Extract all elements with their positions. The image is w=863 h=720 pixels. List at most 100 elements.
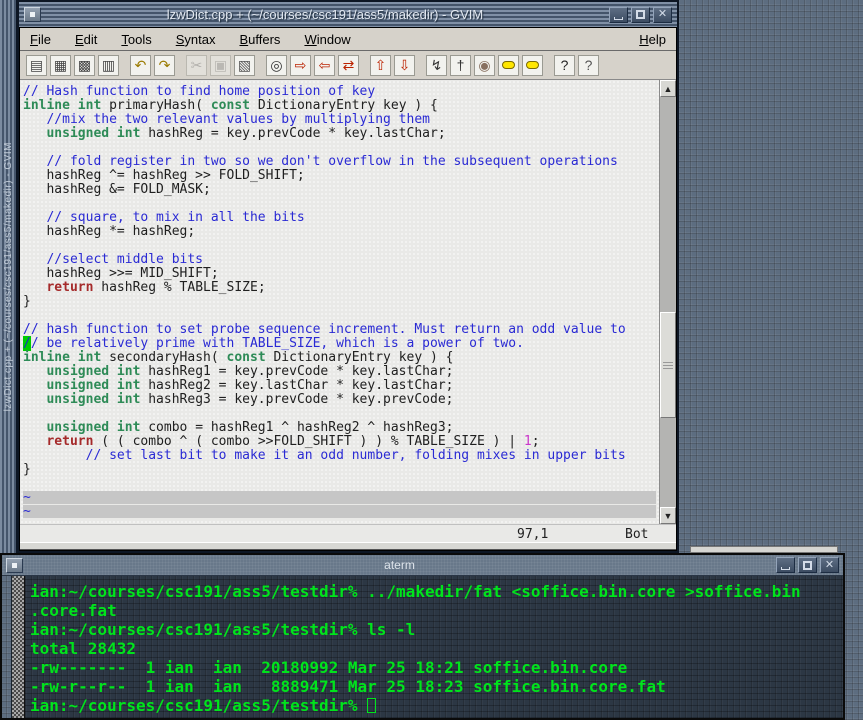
terminal-line: -rw------- 1 ian ian 20180992 Mar 25 18:… [30, 658, 628, 677]
terminal-line: total 28432 [30, 639, 136, 658]
run-script-icon[interactable]: ↯ [426, 54, 447, 76]
gvim-window: lzwDict.cpp + (~/courses/csc191/ass5/mak… [17, 0, 679, 553]
aterm-close-button[interactable]: ✕ [820, 557, 839, 573]
undo-icon[interactable]: ↶ [130, 54, 151, 76]
gvim-command-line: 97,1 Bot [20, 524, 676, 542]
terminal-cursor [367, 698, 377, 713]
menu-buffers[interactable]: Buffers [239, 32, 280, 47]
find-help-icon[interactable]: ? [578, 54, 599, 76]
shell-icon[interactable]: ◉ [474, 54, 495, 76]
desktop: { "gvim": { "title": "lzwDict.cpp + (~/c… [0, 0, 863, 720]
code-line: unsigned int hashReg1 = key.prevCode * k… [46, 364, 454, 379]
code-line: hashReg >>= MID_SHIFT; [23, 266, 219, 281]
paste-icon[interactable]: ▧ [234, 54, 255, 76]
scrollbar-thumb[interactable] [660, 312, 676, 418]
code-line: return hashReg % TABLE_SIZE; [46, 280, 266, 295]
code-line: inline int secondaryHash( const Dictiona… [23, 350, 454, 365]
code-line: //select middle bits [23, 252, 204, 267]
make-icon[interactable]: † [450, 54, 471, 76]
gvim-window-title: lzwDict.cpp + (~/courses/csc191/ass5/mak… [166, 7, 484, 22]
aterm-titlebar[interactable]: aterm ✕ [2, 555, 843, 576]
code-line: // hash function to set probe sequence i… [23, 322, 626, 337]
menu-window[interactable]: Window [304, 32, 350, 47]
gvim-side-title: lzwDict.cpp + (~/courses/csc191/ass5/mak… [2, 141, 14, 412]
menu-help[interactable]: Help [639, 32, 666, 47]
find-next-icon[interactable]: ⇨ [290, 54, 311, 76]
menu-edit[interactable]: Edit [75, 32, 97, 47]
menu-syntax[interactable]: Syntax [176, 32, 216, 47]
gvim-text-area[interactable]: // Hash function to find home position o… [20, 80, 676, 524]
gvim-toolbar: ▤ ▦ ▩ ▥ ↶ ↷ ✂ ▣ ▧ ◎ ⇨ ⇦ ⇄ ⇧ ⇩ ↯ † ◉?? [20, 51, 676, 80]
maximize-icon [803, 560, 812, 570]
scroll-up-button[interactable]: ▲ [660, 80, 676, 97]
code-line: return ( ( combo ^ ( combo >>FOLD_SHIFT … [46, 434, 540, 449]
minimize-icon [614, 16, 623, 20]
scroll-down-button[interactable]: ▼ [660, 507, 676, 524]
code-line: hashReg &= FOLD_MASK; [23, 182, 211, 197]
code-line: ~ [23, 505, 656, 519]
aterm-window-title: aterm [384, 558, 415, 572]
aterm-window-menu-button[interactable] [6, 557, 23, 573]
build-tags-icon[interactable] [498, 54, 519, 76]
save-session-icon[interactable]: ⇩ [394, 54, 415, 76]
cursor-position-ruler: 97,1 [517, 527, 549, 542]
tag-jump-icon[interactable] [522, 54, 543, 76]
tag-icon [526, 61, 539, 69]
aterm-frame-gutter [2, 576, 12, 718]
maximize-icon [636, 10, 645, 19]
code-line: } [23, 294, 31, 309]
close-icon: ✕ [824, 558, 835, 571]
code-line: unsigned int hashReg = key.prevCode * ke… [46, 126, 446, 141]
gvim-minimize-button[interactable] [609, 6, 628, 23]
redo-icon[interactable]: ↷ [154, 54, 175, 76]
find-replace-icon[interactable]: ⇄ [338, 54, 359, 76]
aterm-window: aterm ✕ ian:~/courses/csc191/ass5/testdi… [0, 553, 845, 720]
aterm-scrollbar[interactable] [12, 576, 25, 718]
gvim-titlebar[interactable]: lzwDict.cpp + (~/courses/csc191/ass5/mak… [19, 2, 677, 27]
code-line: unsigned int hashReg2 = key.lastChar * k… [46, 378, 454, 393]
menu-tools[interactable]: Tools [121, 32, 151, 47]
gvim-window-menu-button[interactable] [24, 7, 41, 22]
close-icon: ✕ [657, 8, 668, 20]
print-icon[interactable]: ▥ [98, 54, 119, 76]
load-session-icon[interactable]: ⇧ [370, 54, 391, 76]
find-icon[interactable]: ◎ [266, 54, 287, 76]
aterm-minimize-button[interactable] [776, 557, 795, 573]
code-line: unsigned int combo = hashReg1 ^ hashReg2… [46, 420, 454, 435]
gvim-scrollbar[interactable]: ▲ ▼ [659, 80, 676, 524]
terminal-prompt-line: ian:~/courses/csc191/ass5/testdir% [30, 696, 843, 715]
code-line: } [23, 462, 31, 477]
scroll-position-indicator: Bot [625, 527, 649, 542]
code-line: // square, to mix in all the bits [23, 210, 305, 225]
copy-icon[interactable]: ▣ [210, 54, 231, 76]
gvim-app-area: File Edit Tools Syntax Buffers Window Help ▤ ▦… [19, 27, 677, 551]
gvim-bottom-frame [20, 542, 676, 550]
gvim-maximize-button[interactable] [631, 6, 650, 23]
window-menu-icon [30, 12, 35, 17]
find-prev-icon[interactable]: ⇦ [314, 54, 335, 76]
menu-file[interactable]: File [30, 32, 51, 47]
help-icon[interactable]: ? [554, 54, 575, 76]
arrow-up-icon: ▲ [663, 83, 673, 94]
cut-icon[interactable]: ✂ [186, 54, 207, 76]
text-cursor: / [23, 336, 31, 351]
open-file-icon[interactable]: ▤ [26, 54, 47, 76]
code-line: //mix the two relevant values by multipl… [23, 112, 430, 127]
code-line: // set last bit to make it an odd number… [23, 448, 626, 463]
code-line: ~ [23, 491, 656, 505]
gvim-side-titlebar[interactable]: lzwDict.cpp + (~/courses/csc191/ass5/mak… [0, 0, 17, 553]
minimize-icon [781, 567, 790, 570]
terminal-output[interactable]: ian:~/courses/csc191/ass5/testdir% ../ma… [25, 576, 843, 718]
save-file-icon[interactable]: ▦ [50, 54, 71, 76]
gvim-close-button[interactable]: ✕ [653, 6, 672, 23]
code-line: // fold register in two so we don't over… [23, 154, 618, 169]
terminal-line: ian:~/courses/csc191/ass5/testdir% ls -l [30, 620, 416, 639]
save-all-icon[interactable]: ▩ [74, 54, 95, 76]
code-line: // be relatively prime with TABLE_SIZE, … [23, 336, 524, 351]
aterm-maximize-button[interactable] [798, 557, 817, 573]
